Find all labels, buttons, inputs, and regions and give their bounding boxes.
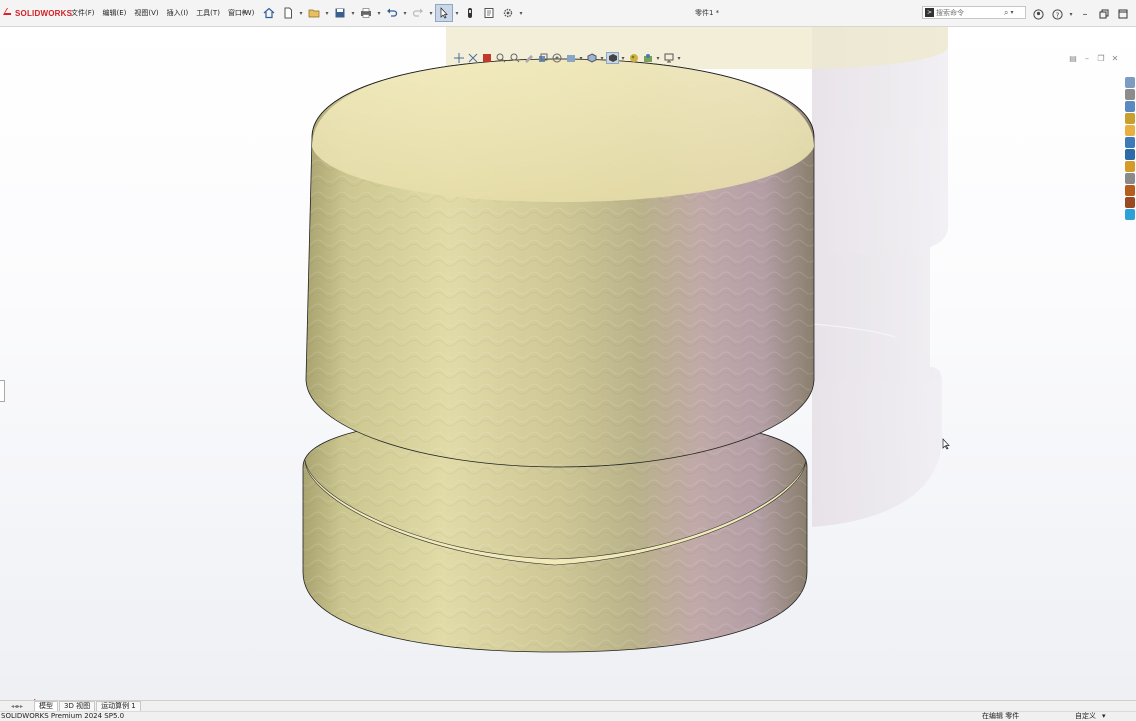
select-arrow-icon[interactable] xyxy=(435,4,453,22)
document-title: 零件1 * xyxy=(695,9,720,17)
menu-insert[interactable]: 插入(I) xyxy=(166,8,190,18)
feature-manager-collapse-tab[interactable] xyxy=(0,380,5,402)
options-dropdown-caret[interactable]: ▾ xyxy=(518,4,524,22)
materials-icon[interactable] xyxy=(1125,185,1135,196)
view-orientation-icon[interactable] xyxy=(522,52,535,64)
zoom-to-area-icon[interactable] xyxy=(466,52,479,64)
mouse-pointer-icon xyxy=(942,438,950,453)
task-pane-tabs xyxy=(1125,77,1136,220)
logo-3ds-mark xyxy=(2,7,13,20)
menu-bar: 文件(F) 编辑(E) 视图(V) 插入(I) 工具(T) 窗口(W) xyxy=(70,8,255,18)
toolbox-icon[interactable] xyxy=(1125,161,1135,172)
hide-show-items-icon[interactable] xyxy=(550,52,563,64)
custom-properties-icon[interactable] xyxy=(1125,137,1135,148)
tab-3d-views[interactable]: 3D 视图 xyxy=(59,701,96,711)
print-dropdown-caret[interactable]: ▾ xyxy=(376,4,382,22)
view-cube-icon[interactable] xyxy=(585,52,598,64)
viewport-close-icon[interactable]: ✕ xyxy=(1110,54,1120,63)
viewport-restore-icon[interactable]: ❐ xyxy=(1096,54,1106,63)
search-input[interactable] xyxy=(936,8,1004,17)
heads-up-view-toolbar: ▾ ▾ ▾ ▾ ▾ xyxy=(452,51,682,65)
previous-view-icon[interactable] xyxy=(480,52,493,64)
dynamic-annotation-icon[interactable] xyxy=(508,52,521,64)
viewport-split-icon[interactable]: ▤ xyxy=(1068,54,1078,63)
menu-file[interactable]: 文件(F) xyxy=(70,8,96,18)
command-search-box[interactable]: > ⌕ ▾ xyxy=(922,6,1026,19)
tab-model[interactable]: 模型 xyxy=(34,701,58,711)
coordinate-triad-icon xyxy=(10,695,40,700)
display-style-icon[interactable] xyxy=(536,52,549,64)
new-dropdown-caret[interactable]: ▾ xyxy=(298,4,304,22)
decals-icon[interactable] xyxy=(1125,197,1135,208)
home-icon[interactable] xyxy=(260,4,278,22)
save-dropdown-caret[interactable]: ▾ xyxy=(350,4,356,22)
file-properties-icon[interactable] xyxy=(480,4,498,22)
options-gear-icon[interactable] xyxy=(499,4,517,22)
open-dropdown-caret[interactable]: ▾ xyxy=(324,4,330,22)
redo-dropdown-caret[interactable]: ▾ xyxy=(428,4,434,22)
account-icon[interactable] xyxy=(1030,6,1046,22)
search-results-icon[interactable] xyxy=(1125,173,1135,184)
open-folder-icon[interactable] xyxy=(305,4,323,22)
view-palette-icon[interactable] xyxy=(1125,113,1135,124)
new-document-icon[interactable] xyxy=(279,4,297,22)
apply-scene-icon[interactable] xyxy=(627,52,640,64)
command-prompt-icon: > xyxy=(925,8,934,17)
hu-dropdown-caret-4[interactable]: ▾ xyxy=(655,52,661,64)
viewport-window-controls: ▤ – ❐ ✕ xyxy=(1068,54,1120,63)
maximize-icon[interactable] xyxy=(1115,6,1131,22)
view-settings-icon[interactable] xyxy=(641,52,654,64)
svg-text:?: ? xyxy=(1055,11,1059,19)
menu-tools[interactable]: 工具(T) xyxy=(195,8,221,18)
hu-dropdown-caret[interactable]: ▾ xyxy=(578,52,584,64)
solidworks-logo[interactable]: SOLIDWORKS xyxy=(2,6,72,20)
print-icon[interactable] xyxy=(357,4,375,22)
viewport-minimize-icon[interactable]: – xyxy=(1082,54,1092,63)
rebuild-icon[interactable] xyxy=(461,4,479,22)
zoom-to-fit-icon[interactable] xyxy=(452,52,465,64)
title-bar: SOLIDWORKS 文件(F) 编辑(E) 视图(V) 插入(I) 工具(T)… xyxy=(0,0,1136,27)
restore-icon[interactable] xyxy=(1096,6,1112,22)
resources-icon[interactable] xyxy=(1125,77,1135,88)
hu-dropdown-caret-5[interactable]: ▾ xyxy=(676,52,682,64)
search-dropdown-caret[interactable]: ▾ xyxy=(1010,9,1013,16)
appearances-icon[interactable] xyxy=(1125,125,1135,136)
section-view-icon[interactable] xyxy=(494,52,507,64)
graphics-area[interactable]: ▾ ▾ ▾ ▾ ▾ ▤ – ❐ ✕ xyxy=(0,27,1136,700)
redo-icon[interactable] xyxy=(409,4,427,22)
tab-scroll-arrows-icon[interactable]: ◂◂▸▸ xyxy=(0,702,34,711)
pin-menu-icon[interactable]: ✷ xyxy=(241,8,248,17)
select-dropdown-caret[interactable]: ▾ xyxy=(454,4,460,22)
undo-dropdown-caret[interactable]: ▾ xyxy=(402,4,408,22)
solidworks-forum-icon[interactable] xyxy=(1125,149,1135,160)
quick-access-toolbar: ▾ ▾ ▾ ▾ ▾ ▾ ▾ ▾ xyxy=(260,4,524,22)
file-explorer-icon[interactable] xyxy=(1125,101,1135,112)
display-monitor-icon[interactable] xyxy=(662,52,675,64)
help-dropdown-caret[interactable]: ▾ xyxy=(1068,5,1074,23)
menu-edit[interactable]: 编辑(E) xyxy=(102,8,128,18)
undo-icon[interactable] xyxy=(383,4,401,22)
logo-wordmark: SOLIDWORKS xyxy=(15,8,73,18)
minimize-icon[interactable]: – xyxy=(1077,6,1093,22)
edit-appearance-icon[interactable] xyxy=(564,52,577,64)
search-icon[interactable]: ⌕ xyxy=(1004,8,1008,18)
part-model-render[interactable] xyxy=(0,27,1136,700)
help-icon[interactable]: ? xyxy=(1049,6,1065,22)
display-shaded-icon[interactable] xyxy=(606,52,619,64)
design-library-icon[interactable] xyxy=(1125,89,1135,100)
3dexperience-icon[interactable] xyxy=(1125,209,1135,220)
hu-dropdown-caret-3[interactable]: ▾ xyxy=(620,52,626,64)
title-controls: ? ▾ – ✕ xyxy=(1030,5,1136,23)
tab-motion-study[interactable]: 运动算例 1 xyxy=(96,701,141,711)
save-icon[interactable] xyxy=(331,4,349,22)
hu-dropdown-caret-2[interactable]: ▾ xyxy=(599,52,605,64)
menu-view[interactable]: 视图(V) xyxy=(133,8,159,18)
model-tab-bar: ◂◂▸▸ 模型 3D 视图 运动算例 1 xyxy=(0,700,1136,711)
